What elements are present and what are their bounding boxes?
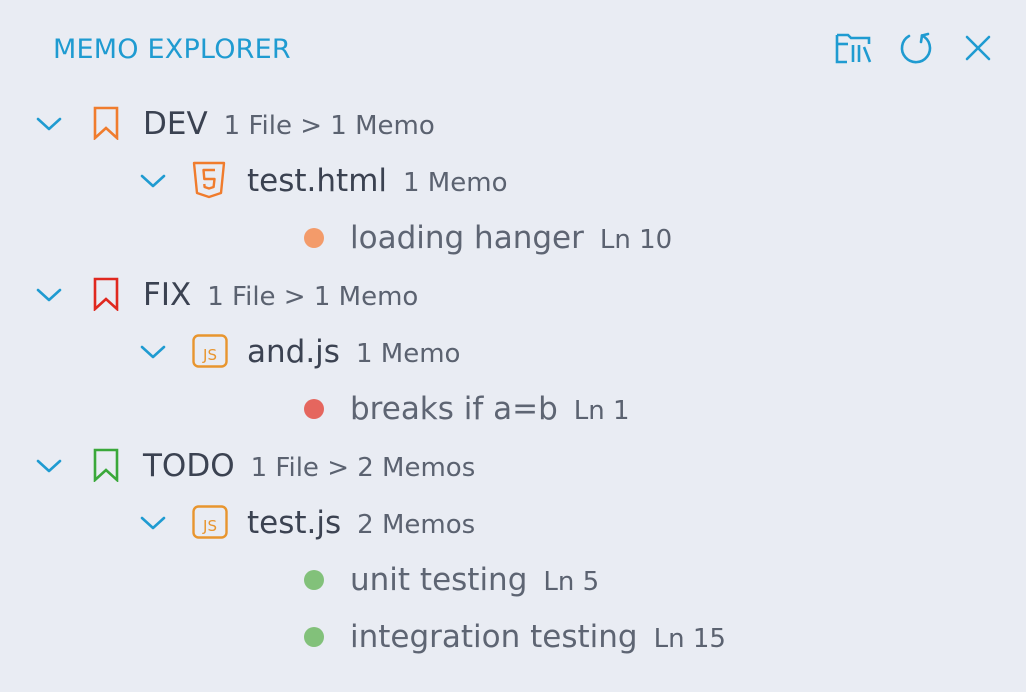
memo-text: breaks if a=b (350, 391, 558, 427)
memo-text: unit testing (350, 562, 528, 598)
file-summary: 2 Memos (357, 510, 476, 540)
bookmark-icon (92, 106, 120, 140)
tree-memo-item[interactable]: loading hanger Ln 10 (0, 210, 1026, 266)
chevron-down-icon[interactable] (34, 451, 64, 481)
tree-group-fix[interactable]: FIX 1 File > 1 Memo (0, 267, 1026, 323)
html5-icon (192, 161, 226, 199)
close-icon[interactable] (958, 28, 998, 68)
group-summary: 1 File > 1 Memo (223, 111, 435, 141)
tree-group-dev[interactable]: DEV 1 File > 1 Memo (0, 96, 1026, 152)
file-name: and.js (247, 334, 340, 370)
file-name: test.js (247, 505, 342, 541)
file-summary: 1 Memo (355, 339, 461, 369)
memo-text: integration testing (350, 619, 638, 655)
tree-file-test-js[interactable]: JS test.js 2 Memos (0, 495, 1026, 551)
chevron-down-icon[interactable] (138, 166, 168, 196)
memo-line: Ln 1 (573, 396, 630, 426)
memo-line: Ln 10 (599, 225, 673, 255)
tree-group-todo[interactable]: TODO 1 File > 2 Memos (0, 438, 1026, 494)
memo-dot-icon (304, 399, 324, 419)
memo-dot-icon (304, 627, 324, 647)
panel-title: MEMO EXPLORER (53, 34, 291, 65)
file-name: test.html (247, 163, 387, 199)
refresh-icon[interactable] (896, 28, 936, 68)
svg-text:JS: JS (202, 346, 217, 364)
tree-memo-item[interactable]: integration testing Ln 15 (0, 609, 1026, 665)
group-tag: DEV (143, 106, 208, 142)
svg-text:JS: JS (202, 517, 217, 535)
memo-dot-icon (304, 228, 324, 248)
memo-text: loading hanger (350, 220, 584, 256)
memo-line: Ln 5 (543, 567, 600, 597)
bookmark-icon (92, 448, 120, 482)
memo-explorer-panel: MEMO EXPLORER DEV 1 File > 1 Memo test.h… (0, 0, 1026, 692)
memo-line: Ln 15 (653, 624, 726, 654)
group-summary: 1 File > 1 Memo (207, 282, 419, 312)
chevron-down-icon[interactable] (34, 280, 64, 310)
memo-dot-icon (304, 570, 324, 590)
file-summary: 1 Memo (403, 168, 508, 198)
chevron-down-icon[interactable] (34, 109, 64, 139)
tree-file-and-js[interactable]: JS and.js 1 Memo (0, 324, 1026, 380)
chevron-down-icon[interactable] (138, 337, 168, 367)
javascript-icon: JS (192, 505, 228, 539)
panel-header: MEMO EXPLORER (0, 0, 1026, 96)
javascript-icon: JS (192, 334, 228, 368)
tree-memo-item[interactable]: breaks if a=b Ln 1 (0, 381, 1026, 437)
chevron-down-icon[interactable] (138, 508, 168, 538)
open-memo-file-icon[interactable] (834, 28, 874, 68)
bookmark-icon (92, 277, 120, 311)
group-summary: 1 File > 2 Memos (250, 453, 476, 483)
group-tag: TODO (143, 448, 235, 484)
tree-file-test-html[interactable]: test.html 1 Memo (0, 153, 1026, 209)
group-tag: FIX (143, 277, 192, 313)
tree-memo-item[interactable]: unit testing Ln 5 (0, 552, 1026, 608)
